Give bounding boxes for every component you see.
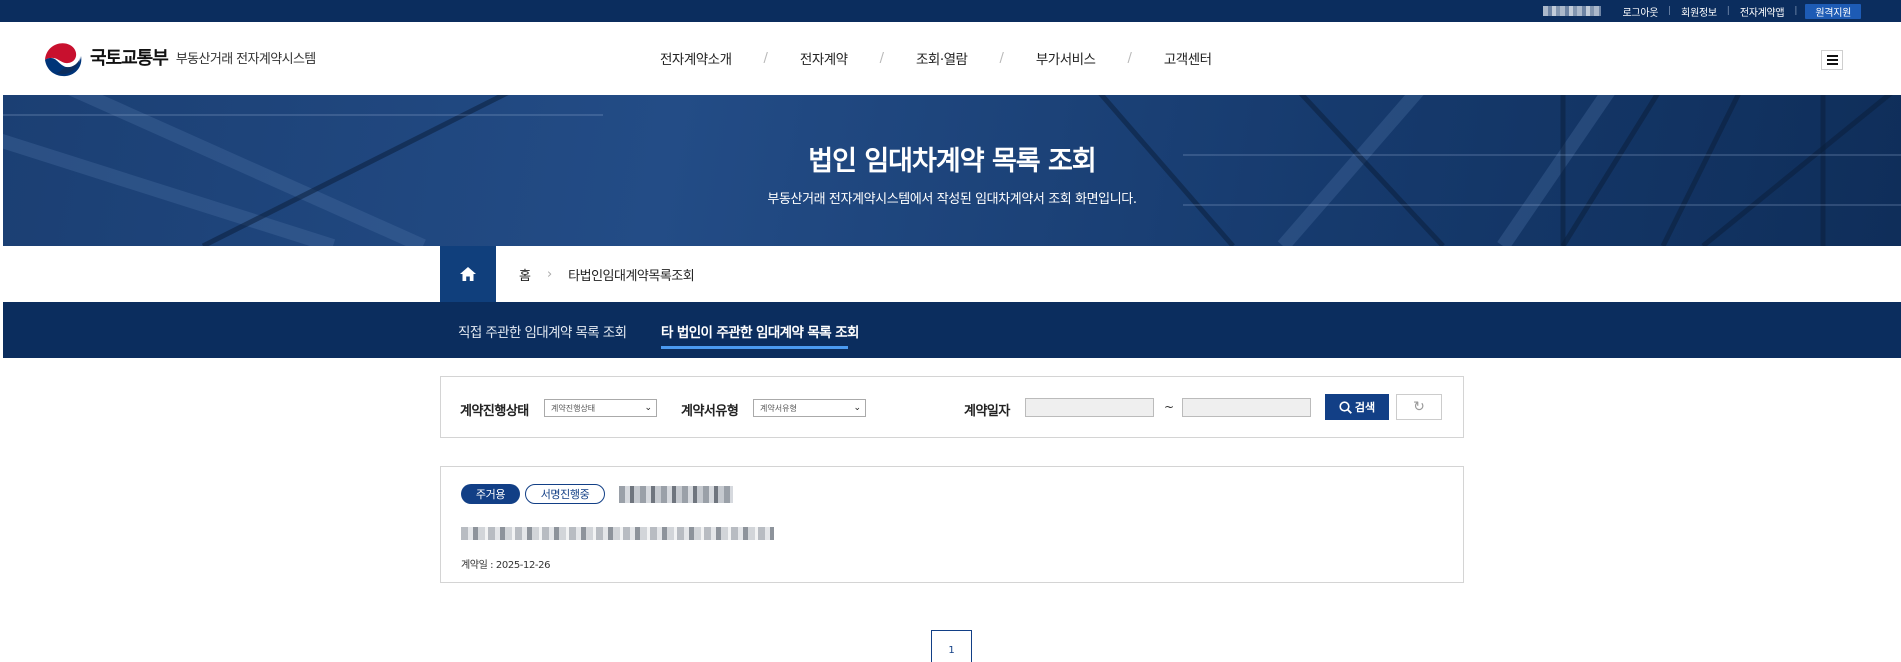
chevron-down-icon: ⌄ xyxy=(644,403,652,413)
nav-customer-center[interactable]: 고객센터 xyxy=(1164,48,1212,68)
type-select-value: 계약서유형 xyxy=(760,404,797,413)
system-name: 부동산거래 전자계약시스템 xyxy=(175,51,316,67)
nav-econtract[interactable]: 전자계약 xyxy=(800,48,848,68)
nav-extra-services[interactable]: 부가서비스 xyxy=(1036,48,1096,68)
active-tab-indicator xyxy=(661,346,848,349)
status-badge: 서명진행중 xyxy=(525,484,605,504)
hamburger-icon[interactable] xyxy=(1821,50,1843,70)
contract-card[interactable]: 주거용 서명진행중 계약일 : 2025-12-26 xyxy=(440,466,1464,583)
search-panel: 계약진행상태 계약진행상태 ⌄ 계약서유형 계약서유형 ⌄ 계약일자 ~ 검색 … xyxy=(440,376,1464,438)
redacted-contract-id xyxy=(619,486,733,503)
status-select-value: 계약진행상태 xyxy=(551,404,596,413)
search-button[interactable]: 검색 xyxy=(1325,394,1389,420)
page-subtitle: 부동산거래 전자계약시스템에서 작성된 임대차계약서 조회 화면입니다. xyxy=(767,192,1137,207)
site-header: 국토교통부 부동산거래 전자계약시스템 전자계약소개 / 전자계약 / 조회·열… xyxy=(0,22,1901,95)
search-button-label: 검색 xyxy=(1354,401,1376,414)
contract-date: 계약일 : 2025-12-26 xyxy=(461,560,551,571)
home-icon[interactable] xyxy=(440,246,496,302)
member-info-link[interactable]: 회원정보 xyxy=(1671,4,1727,19)
nav-divider: / xyxy=(999,50,1004,66)
nav-divider: / xyxy=(763,50,768,66)
date-label: 계약일자 xyxy=(964,404,1010,419)
redacted-address xyxy=(461,527,774,540)
breadcrumb-current: 타법인임대계약목록조회 xyxy=(568,268,695,284)
nav-divider: / xyxy=(1127,50,1132,66)
nav-divider: / xyxy=(879,50,884,66)
nav-search-view[interactable]: 조회·열람 xyxy=(916,48,968,68)
divider: | xyxy=(1794,6,1798,16)
status-select[interactable]: 계약진행상태 ⌄ xyxy=(544,399,657,417)
usage-badge: 주거용 xyxy=(461,484,520,504)
page: 로그아웃 | 회원정보 | 전자계약앱 | 원격지원 국토교통부 부동산거래 전… xyxy=(0,0,1901,662)
refresh-icon: ↻ xyxy=(1413,399,1425,415)
top-utility-bar: 로그아웃 | 회원정보 | 전자계약앱 | 원격지원 xyxy=(0,0,1901,22)
tab-bar: 직접 주관한 임대계약 목록 조회 타 법인이 주관한 임대계약 목록 조회 xyxy=(3,302,1901,358)
breadcrumb: 홈 › 타법인임대계약목록조회 xyxy=(440,246,695,302)
breadcrumb-home[interactable]: 홈 xyxy=(519,265,531,284)
page-title: 법인 임대차계약 목록 조회 xyxy=(808,146,1096,177)
date-to-input[interactable] xyxy=(1182,398,1311,417)
chevron-down-icon: ⌄ xyxy=(853,403,861,413)
reset-button[interactable]: ↻ xyxy=(1396,394,1442,420)
tab-own-contracts[interactable]: 직접 주관한 임대계약 목록 조회 xyxy=(458,321,627,341)
logout-link[interactable]: 로그아웃 xyxy=(1613,4,1669,19)
taegeuk-emblem-icon xyxy=(43,37,83,77)
search-icon xyxy=(1339,400,1352,414)
pagination-page-1[interactable]: 1 xyxy=(931,630,972,662)
nav-intro[interactable]: 전자계약소개 xyxy=(660,48,732,68)
status-label: 계약진행상태 xyxy=(460,404,529,419)
type-select[interactable]: 계약서유형 ⌄ xyxy=(753,399,866,417)
page-number: 1 xyxy=(948,644,955,656)
global-nav: 전자계약소개 / 전자계약 / 조회·열람 / 부가서비스 / 고객센터 xyxy=(660,48,1212,69)
date-from-input[interactable] xyxy=(1025,398,1154,417)
date-range-separator: ~ xyxy=(1164,400,1175,414)
chevron-right-icon: › xyxy=(546,266,553,282)
econtract-app-link[interactable]: 전자계약앱 xyxy=(1730,4,1795,19)
ministry-name: 국토교통부 xyxy=(90,48,169,69)
site-logo[interactable]: 국토교통부 부동산거래 전자계약시스템 xyxy=(42,36,316,78)
remote-support-link[interactable]: 원격지원 xyxy=(1805,3,1861,19)
utility-links: 로그아웃 | 회원정보 | 전자계약앱 | 원격지원 xyxy=(1542,0,1861,22)
tab-other-corp-contracts[interactable]: 타 법인이 주관한 임대계약 목록 조회 xyxy=(661,321,859,341)
hero-banner: 법인 임대차계약 목록 조회 부동산거래 전자계약시스템에서 작성된 임대차계약… xyxy=(3,95,1901,246)
type-label: 계약서유형 xyxy=(681,404,739,419)
user-name-redacted xyxy=(1542,6,1601,16)
